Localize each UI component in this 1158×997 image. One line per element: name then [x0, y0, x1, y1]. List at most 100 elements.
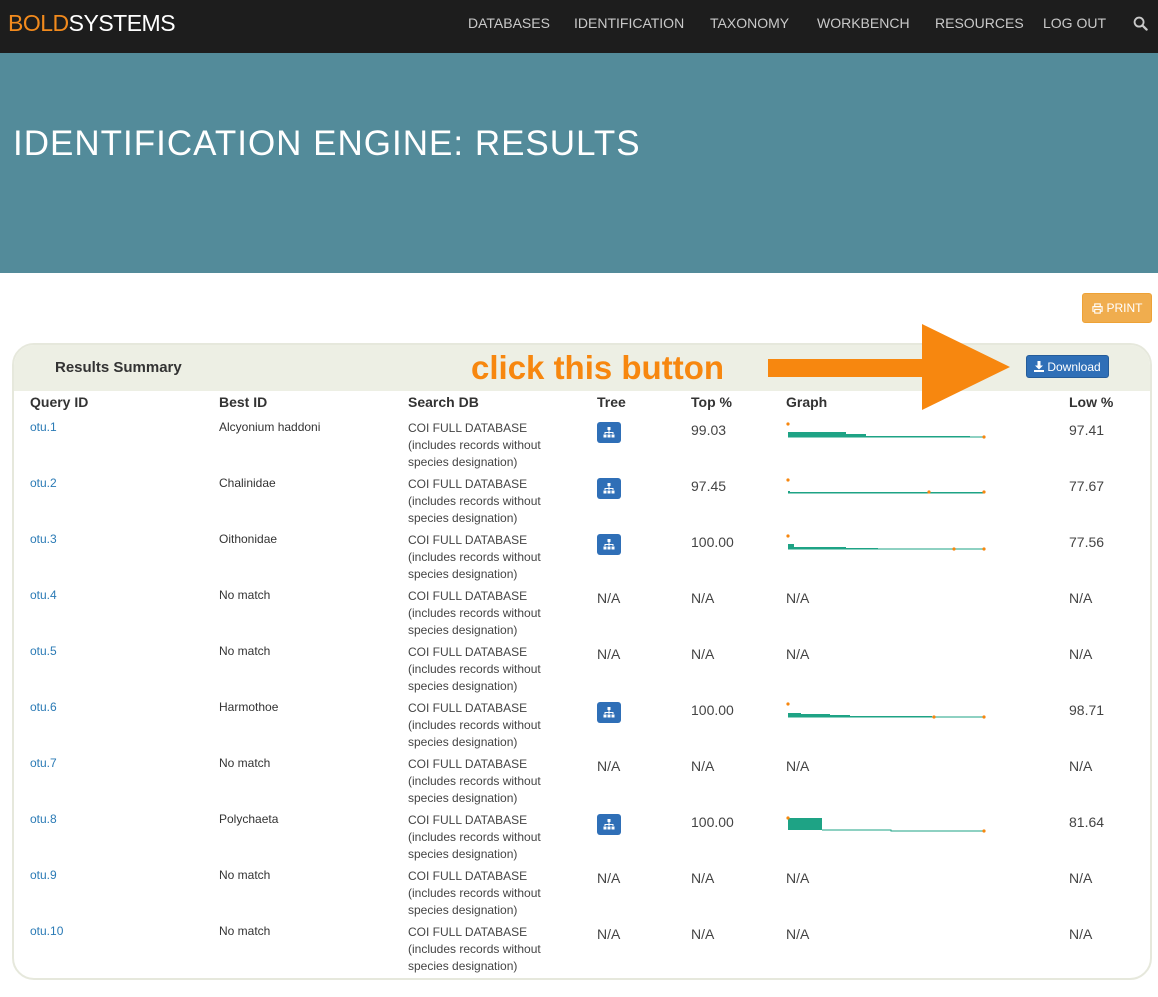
top-percent: N/A: [691, 590, 715, 606]
best-id: Chalinidae: [219, 476, 276, 490]
low-percent: N/A: [1069, 758, 1093, 774]
sitemap-icon: [603, 427, 615, 438]
tree-button[interactable]: [597, 422, 621, 443]
table-row: otu.2 Chalinidae COI FULL DATABASE (includ…: [0, 476, 1158, 532]
tree-button[interactable]: [597, 534, 621, 555]
sitemap-icon: [603, 819, 615, 830]
search-db: COI FULL DATABASE (includes records with…: [408, 701, 541, 749]
col-low-pct[interactable]: Low %: [1069, 394, 1113, 410]
low-percent: N/A: [1069, 646, 1093, 662]
top-percent: 100.00: [691, 534, 734, 550]
sitemap-icon: [603, 707, 615, 718]
table-row: otu.8 Polychaeta COI FULL DATABASE (includ…: [0, 812, 1158, 868]
similarity-graph[interactable]: [786, 476, 988, 498]
logo-part-systems: SYSTEMS: [68, 10, 176, 36]
tree-na: N/A: [597, 646, 621, 662]
page-title: IDENTIFICATION ENGINE: RESULTS: [13, 124, 641, 163]
search-db: COI FULL DATABASE (includes records with…: [408, 589, 541, 637]
search-db: COI FULL DATABASE (includes records with…: [408, 477, 541, 525]
print-label: PRINT: [1106, 301, 1143, 315]
graph-na: N/A: [786, 926, 810, 942]
col-search-db[interactable]: Search DB: [408, 394, 479, 410]
tree-button[interactable]: [597, 702, 621, 723]
col-graph[interactable]: Graph: [786, 394, 827, 410]
print-button[interactable]: PRINT: [1082, 293, 1152, 323]
nav-databases[interactable]: DATABASES: [468, 15, 550, 31]
query-id-link[interactable]: otu.6: [30, 700, 57, 714]
similarity-graph[interactable]: [786, 812, 988, 834]
tree-button[interactable]: [597, 814, 621, 835]
best-id: No match: [219, 924, 271, 938]
table-row: otu.3 Oithonidae COI FULL DATABASE (includ…: [0, 532, 1158, 588]
nav-resources[interactable]: RESOURCES: [935, 15, 1024, 31]
graph-na: N/A: [786, 646, 810, 662]
top-percent: N/A: [691, 870, 715, 886]
table-row: otu.10 No match COI FULL DATABASE (include…: [0, 924, 1158, 980]
similarity-graph[interactable]: [786, 532, 988, 554]
page-banner: IDENTIFICATION ENGINE: RESULTS: [0, 53, 1158, 273]
search-db: COI FULL DATABASE (includes records with…: [408, 533, 541, 581]
best-id: No match: [219, 588, 271, 602]
col-tree[interactable]: Tree: [597, 394, 626, 410]
low-percent: N/A: [1069, 870, 1093, 886]
top-percent: 97.45: [691, 478, 727, 494]
query-id-link[interactable]: otu.10: [30, 924, 63, 938]
download-button[interactable]: Download: [1026, 355, 1109, 378]
low-percent: N/A: [1069, 590, 1093, 606]
query-id-link[interactable]: otu.7: [30, 756, 57, 770]
tree-button[interactable]: [597, 478, 621, 499]
col-top-pct[interactable]: Top %: [691, 394, 732, 410]
nav-taxonomy[interactable]: TAXONOMY: [710, 15, 789, 31]
best-id: Oithonidae: [219, 532, 278, 546]
query-id-link[interactable]: otu.5: [30, 644, 57, 658]
download-label: Download: [1047, 359, 1101, 374]
col-best-id[interactable]: Best ID: [219, 394, 267, 410]
top-percent: 100.00: [691, 814, 734, 830]
low-percent: 97.41: [1069, 422, 1105, 438]
graph-na: N/A: [786, 758, 810, 774]
search-db: COI FULL DATABASE (includes records with…: [408, 813, 541, 861]
panel-title: Results Summary: [55, 359, 182, 376]
top-navbar: BOLDSYSTEMS DATABASES IDENTIFICATION TAX…: [0, 0, 1158, 53]
best-id: No match: [219, 868, 271, 882]
query-id-link[interactable]: otu.9: [30, 868, 57, 882]
best-id: Harmothoe: [219, 700, 279, 714]
top-percent: 100.00: [691, 702, 734, 718]
tree-na: N/A: [597, 758, 621, 774]
search-icon[interactable]: [1133, 16, 1148, 31]
col-query-id[interactable]: Query ID: [30, 394, 88, 410]
low-percent: N/A: [1069, 926, 1093, 942]
search-db: COI FULL DATABASE (includes records with…: [408, 421, 541, 469]
search-db: COI FULL DATABASE (includes records with…: [408, 869, 541, 917]
similarity-graph[interactable]: [786, 700, 988, 722]
table-row: otu.6 Harmothoe COI FULL DATABASE (include…: [0, 700, 1158, 756]
sitemap-icon: [603, 483, 615, 494]
logo-part-bold: BOLD: [8, 10, 69, 36]
nav-identification[interactable]: IDENTIFICATION: [574, 15, 684, 31]
similarity-graph[interactable]: [786, 420, 988, 442]
graph-na: N/A: [786, 870, 810, 886]
query-id-link[interactable]: otu.2: [30, 476, 57, 490]
search-db: COI FULL DATABASE (includes records with…: [408, 645, 541, 693]
low-percent: 81.64: [1069, 814, 1105, 830]
table-row: otu.1 Alcyonium haddoni COI FULL DATABASE …: [0, 420, 1158, 476]
bold-systems-logo[interactable]: BOLDSYSTEMS: [8, 9, 176, 37]
nav-workbench[interactable]: WORKBENCH: [817, 15, 910, 31]
best-id: Alcyonium haddoni: [219, 420, 321, 434]
table-row: otu.4 No match COI FULL DATABASE (includes…: [0, 588, 1158, 644]
low-percent: 98.71: [1069, 702, 1105, 718]
download-icon: [1034, 361, 1045, 372]
query-id-link[interactable]: otu.4: [30, 588, 57, 602]
top-percent: N/A: [691, 758, 715, 774]
low-percent: 77.56: [1069, 534, 1105, 550]
best-id: No match: [219, 756, 271, 770]
query-id-link[interactable]: otu.8: [30, 812, 57, 826]
query-id-link[interactable]: otu.3: [30, 532, 57, 546]
search-db: COI FULL DATABASE (includes records with…: [408, 757, 541, 805]
sitemap-icon: [603, 539, 615, 550]
top-percent: 99.03: [691, 422, 727, 438]
printer-icon: [1091, 302, 1103, 314]
query-id-link[interactable]: otu.1: [30, 420, 57, 434]
table-row: otu.9 No match COI FULL DATABASE (includes…: [0, 868, 1158, 924]
nav-log-out[interactable]: LOG OUT: [1043, 15, 1106, 31]
